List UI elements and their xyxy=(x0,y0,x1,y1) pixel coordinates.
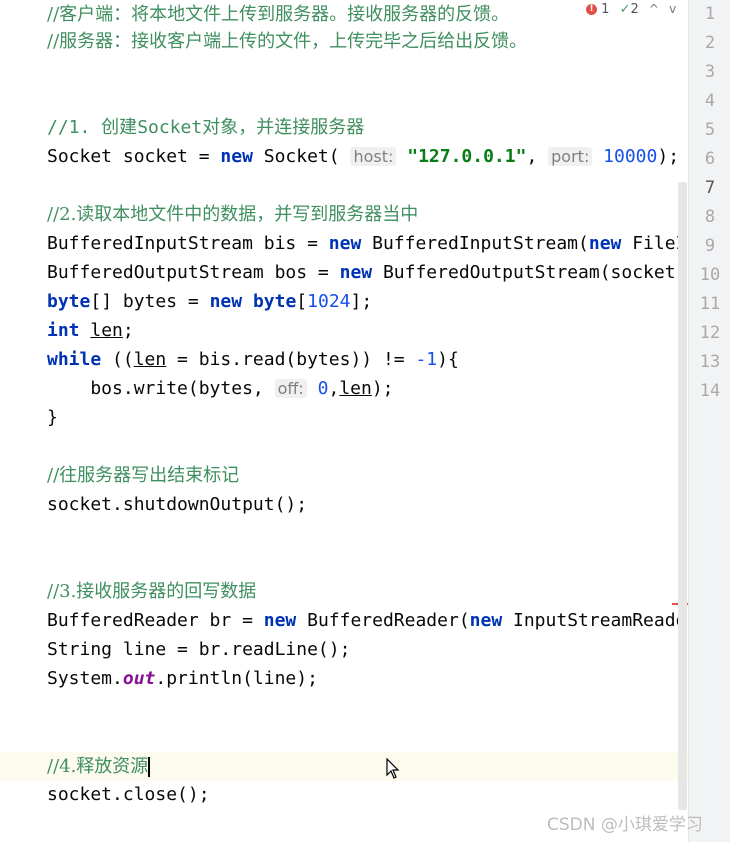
code-line-while[interactable]: while ((len = bis.read(bytes)) != -1){ xyxy=(47,345,459,374)
code-line-comment-shutdown[interactable]: //往服务器写出结束标记 xyxy=(47,461,239,490)
code-line-comment-2[interactable]: //服务器：接收客户端上传的文件，上传完毕之后给出反馈。 xyxy=(47,27,527,56)
vertical-scrollbar[interactable] xyxy=(678,182,687,810)
param-hint-port: port: xyxy=(548,147,593,166)
code-line-close[interactable]: socket.close(); xyxy=(47,780,210,809)
code-line-len[interactable]: int len; xyxy=(47,316,134,345)
line-number: 2 xyxy=(704,33,716,53)
code-line-shutdown[interactable]: socket.shutdownOutput(); xyxy=(47,490,307,519)
line-number: 8 xyxy=(704,207,716,227)
code-line-comment-release[interactable]: //4.释放资源 xyxy=(47,752,151,781)
line-number: 14 xyxy=(699,381,721,401)
param-hint-off: off: xyxy=(274,379,307,398)
error-count: 1 xyxy=(601,2,610,17)
mouse-pointer-icon xyxy=(386,758,400,779)
line-number: 6 xyxy=(704,149,716,169)
line-number: 10 xyxy=(699,265,721,285)
code-line-bytes[interactable]: byte[] bytes = new byte[1024]; xyxy=(47,287,372,316)
chevron-down-icon[interactable]: v xyxy=(669,2,676,16)
code-line-close-brace[interactable]: } xyxy=(47,403,58,432)
line-number: 13 xyxy=(699,352,721,372)
code-line-comment-read-file[interactable]: //2.读取本地文件中的数据，并写到服务器当中 xyxy=(47,200,418,229)
code-editor[interactable]: //客户端：将本地文件上传到服务器。接收服务器的反馈。 //服务器：接收客户端上… xyxy=(0,0,688,842)
line-number: 3 xyxy=(704,62,716,82)
code-line-readline[interactable]: String line = br.readLine(); xyxy=(47,635,350,664)
line-number: 4 xyxy=(704,91,716,111)
line-number: 9 xyxy=(704,236,716,256)
code-line-socket[interactable]: Socket socket = new Socket( host: "127.0… xyxy=(47,142,679,171)
param-hint-host: host: xyxy=(350,147,397,166)
code-line-br[interactable]: BufferedReader br = new BufferedReader(n… xyxy=(47,606,686,635)
code-line-write[interactable]: bos.write(bytes, off: 0,len); xyxy=(47,374,393,403)
watermark: CSDN @小琪爱学习 xyxy=(547,815,703,835)
check-double-icon: ✓ xyxy=(619,2,631,17)
error-icon: ! xyxy=(586,4,597,15)
check-count: 2 xyxy=(630,2,639,17)
code-line-bos[interactable]: BufferedOutputStream bos = new BufferedO… xyxy=(47,258,676,287)
code-line-println[interactable]: System.out.println(line); xyxy=(47,664,318,693)
line-number: 11 xyxy=(699,294,721,314)
line-number: 5 xyxy=(704,120,716,140)
text-caret xyxy=(148,757,151,777)
code-line-comment-receive[interactable]: //3.接收服务器的回写数据 xyxy=(47,577,256,606)
code-line-comment-1[interactable]: //客户端：将本地文件上传到服务器。接收服务器的反馈。 xyxy=(47,0,509,29)
line-number-gutter: 1 2 3 4 5 6 7 8 9 10 11 12 13 14 xyxy=(688,0,730,842)
line-number: 7 xyxy=(704,178,716,198)
code-line-bis[interactable]: BufferedInputStream bis = new BufferedIn… xyxy=(47,229,686,258)
line-number: 1 xyxy=(704,4,716,24)
line-number: 12 xyxy=(699,323,721,343)
inspection-widget[interactable]: ! 1 ✓2 ^ v xyxy=(586,2,676,24)
chevron-up-icon[interactable]: ^ xyxy=(649,2,659,16)
code-line-comment-create-socket[interactable]: //1. 创建Socket对象，并连接服务器 xyxy=(47,113,364,142)
